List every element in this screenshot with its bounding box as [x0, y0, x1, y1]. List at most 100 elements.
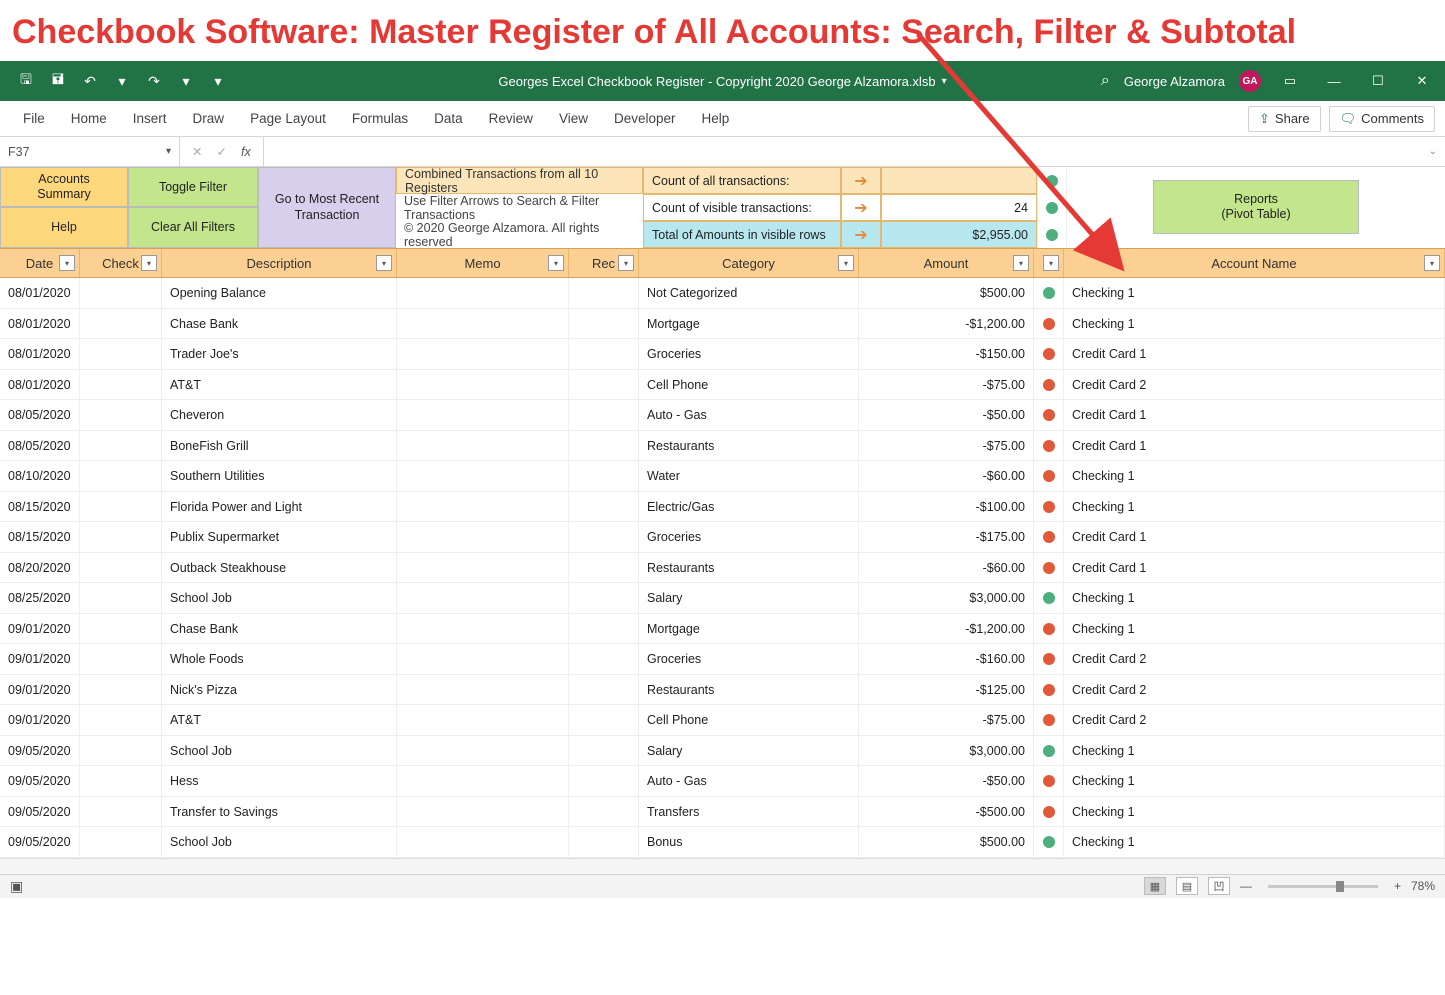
- cell-check[interactable]: [80, 400, 162, 430]
- cell-category[interactable]: Not Categorized: [639, 278, 859, 308]
- save-icon[interactable]: 🖫: [16, 71, 36, 91]
- view-page-break-icon[interactable]: 凹: [1208, 877, 1230, 895]
- filter-icon[interactable]: ▾: [59, 255, 75, 271]
- cell-date[interactable]: 09/05/2020: [0, 827, 80, 857]
- table-row[interactable]: 08/10/2020Southern UtilitiesWater-$60.00…: [0, 461, 1445, 492]
- goto-recent-button[interactable]: Go to Most Recent Transaction: [258, 167, 396, 248]
- cell-amount[interactable]: -$160.00: [859, 644, 1034, 674]
- cell-category[interactable]: Restaurants: [639, 431, 859, 461]
- filter-icon[interactable]: ▾: [618, 255, 634, 271]
- cell-description[interactable]: Outback Steakhouse: [162, 553, 397, 583]
- cell-status[interactable]: [1034, 522, 1064, 552]
- cell-status[interactable]: [1034, 675, 1064, 705]
- cell-status[interactable]: [1034, 309, 1064, 339]
- cell-check[interactable]: [80, 370, 162, 400]
- cell-status[interactable]: [1034, 431, 1064, 461]
- cell-status[interactable]: [1034, 614, 1064, 644]
- cell-memo[interactable]: [397, 553, 569, 583]
- cell-check[interactable]: [80, 461, 162, 491]
- cell-check[interactable]: [80, 309, 162, 339]
- redo-icon[interactable]: ↷: [144, 71, 164, 91]
- table-row[interactable]: 08/01/2020Opening BalanceNot Categorized…: [0, 278, 1445, 309]
- cell-status[interactable]: [1034, 461, 1064, 491]
- cell-rec[interactable]: [569, 278, 639, 308]
- cell-description[interactable]: School Job: [162, 827, 397, 857]
- cell-rec[interactable]: [569, 339, 639, 369]
- col-date[interactable]: Date▾: [0, 249, 80, 277]
- tab-help[interactable]: Help: [689, 101, 743, 137]
- cell-date[interactable]: 08/05/2020: [0, 431, 80, 461]
- cell-description[interactable]: AT&T: [162, 705, 397, 735]
- col-account-name[interactable]: Account Name▾: [1064, 249, 1445, 277]
- table-row[interactable]: 09/05/2020School JobBonus$500.00Checking…: [0, 827, 1445, 858]
- cell-amount[interactable]: -$150.00: [859, 339, 1034, 369]
- cell-memo[interactable]: [397, 614, 569, 644]
- cell-date[interactable]: 09/01/2020: [0, 614, 80, 644]
- enter-formula-icon[interactable]: ✓: [216, 144, 226, 159]
- filter-icon[interactable]: ▾: [1043, 255, 1059, 271]
- cell-check[interactable]: [80, 827, 162, 857]
- tab-review[interactable]: Review: [476, 101, 546, 137]
- col-status[interactable]: +▾: [1034, 249, 1064, 277]
- cell-rec[interactable]: [569, 644, 639, 674]
- filter-icon[interactable]: ▾: [838, 255, 854, 271]
- cell-status[interactable]: [1034, 553, 1064, 583]
- cell-check[interactable]: [80, 553, 162, 583]
- table-row[interactable]: 08/01/2020Chase BankMortgage-$1,200.00Ch…: [0, 309, 1445, 340]
- cell-account[interactable]: Credit Card 2: [1064, 705, 1445, 735]
- cell-status[interactable]: [1034, 766, 1064, 796]
- cell-amount[interactable]: -$50.00: [859, 400, 1034, 430]
- cell-rec[interactable]: [569, 736, 639, 766]
- cell-rec[interactable]: [569, 492, 639, 522]
- cell-rec[interactable]: [569, 309, 639, 339]
- cell-category[interactable]: Electric/Gas: [639, 492, 859, 522]
- cell-status[interactable]: [1034, 644, 1064, 674]
- cell-check[interactable]: [80, 492, 162, 522]
- cell-description[interactable]: AT&T: [162, 370, 397, 400]
- cell-amount[interactable]: -$125.00: [859, 675, 1034, 705]
- redo-dropdown-icon[interactable]: ▾: [176, 71, 196, 91]
- horizontal-scrollbar[interactable]: [0, 858, 1445, 874]
- cell-rec[interactable]: [569, 370, 639, 400]
- tab-home[interactable]: Home: [58, 101, 120, 137]
- view-page-layout-icon[interactable]: ▤: [1176, 877, 1198, 895]
- cell-check[interactable]: [80, 797, 162, 827]
- cell-description[interactable]: Florida Power and Light: [162, 492, 397, 522]
- cell-account[interactable]: Credit Card 1: [1064, 431, 1445, 461]
- clear-filters-button[interactable]: Clear All Filters: [128, 207, 258, 248]
- filter-icon[interactable]: ▾: [1013, 255, 1029, 271]
- cell-category[interactable]: Salary: [639, 736, 859, 766]
- cell-amount[interactable]: -$50.00: [859, 766, 1034, 796]
- cell-account[interactable]: Checking 1: [1064, 827, 1445, 857]
- cell-date[interactable]: 08/01/2020: [0, 339, 80, 369]
- cell-amount[interactable]: $500.00: [859, 278, 1034, 308]
- cell-check[interactable]: [80, 583, 162, 613]
- col-description[interactable]: Description▾: [162, 249, 397, 277]
- undo-dropdown-icon[interactable]: ▾: [112, 71, 132, 91]
- cell-description[interactable]: BoneFish Grill: [162, 431, 397, 461]
- cell-memo[interactable]: [397, 644, 569, 674]
- cell-description[interactable]: Chase Bank: [162, 309, 397, 339]
- cell-date[interactable]: 08/05/2020: [0, 400, 80, 430]
- cell-memo[interactable]: [397, 492, 569, 522]
- cell-amount[interactable]: -$100.00: [859, 492, 1034, 522]
- tab-data[interactable]: Data: [421, 101, 476, 137]
- table-row[interactable]: 09/01/2020Whole FoodsGroceries-$160.00Cr…: [0, 644, 1445, 675]
- zoom-out-icon[interactable]: —: [1240, 879, 1252, 893]
- cell-category[interactable]: Groceries: [639, 522, 859, 552]
- cell-description[interactable]: Chase Bank: [162, 614, 397, 644]
- cell-check[interactable]: [80, 705, 162, 735]
- cell-date[interactable]: 08/20/2020: [0, 553, 80, 583]
- cell-memo[interactable]: [397, 583, 569, 613]
- cell-amount[interactable]: -$75.00: [859, 705, 1034, 735]
- cell-amount[interactable]: -$1,200.00: [859, 614, 1034, 644]
- cell-rec[interactable]: [569, 553, 639, 583]
- cell-memo[interactable]: [397, 675, 569, 705]
- cell-category[interactable]: Water: [639, 461, 859, 491]
- ribbon-display-icon[interactable]: ▭: [1275, 73, 1305, 89]
- cell-memo[interactable]: [397, 827, 569, 857]
- cell-memo[interactable]: [397, 705, 569, 735]
- namebox-dropdown-icon[interactable]: ▾: [166, 146, 171, 157]
- cell-description[interactable]: Cheveron: [162, 400, 397, 430]
- tab-view[interactable]: View: [546, 101, 601, 137]
